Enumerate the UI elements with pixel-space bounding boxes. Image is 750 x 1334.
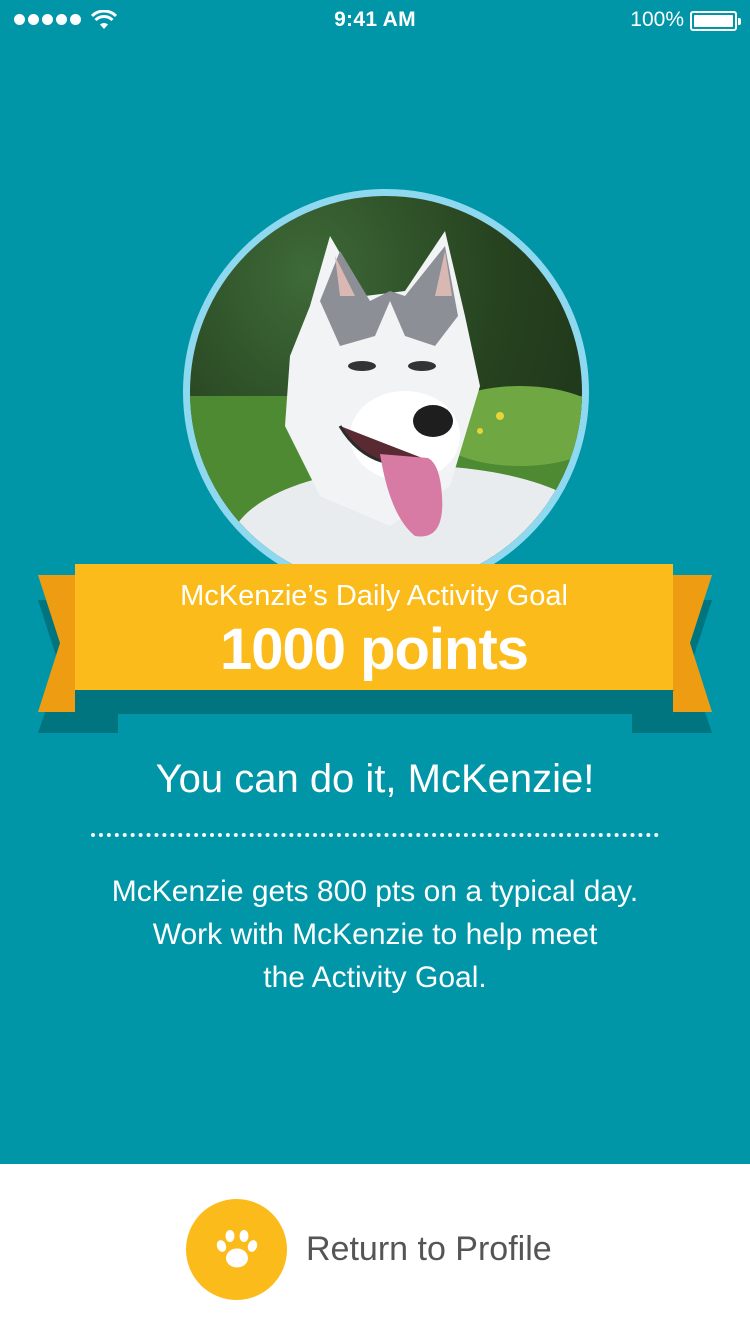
description-line: the Activity Goal. [263,961,487,994]
battery-percent: 100% [630,8,684,31]
description-line: Work with McKenzie to help meet [152,918,598,951]
goal-ribbon: McKenzie’s Daily Activity Goal 1000 poin… [0,560,750,740]
return-to-profile-button[interactable]: Return to Profile [186,1199,552,1300]
status-bar: 9:41 AM 100% [0,0,750,40]
description-line: McKenzie gets 800 pts on a typical day. [111,875,639,908]
goal-value: 1000 points [219,617,529,682]
return-to-profile-label[interactable]: Return to Profile [306,1230,552,1269]
goal-panel: 9:41 AM 100% McKenzie’s Daily Activity G… [0,0,750,1164]
dotted-divider [91,833,659,837]
goal-subtitle: McKenzie’s Daily Activity Goal [180,580,568,612]
dog-avatar [183,189,589,595]
footer-bar: Return to Profile [0,1164,750,1334]
paw-icon [216,1229,257,1267]
paw-button-circle[interactable] [186,1199,287,1300]
activity-description: McKenzie gets 800 pts on a typical day. … [60,870,690,999]
husky-illustration [190,231,582,588]
encouragement-headline: You can do it, McKenzie! [155,757,595,801]
battery-icon [690,11,741,31]
app-screen: 9:41 AM 100% McKenzie’s Daily Activity G… [0,0,750,1334]
